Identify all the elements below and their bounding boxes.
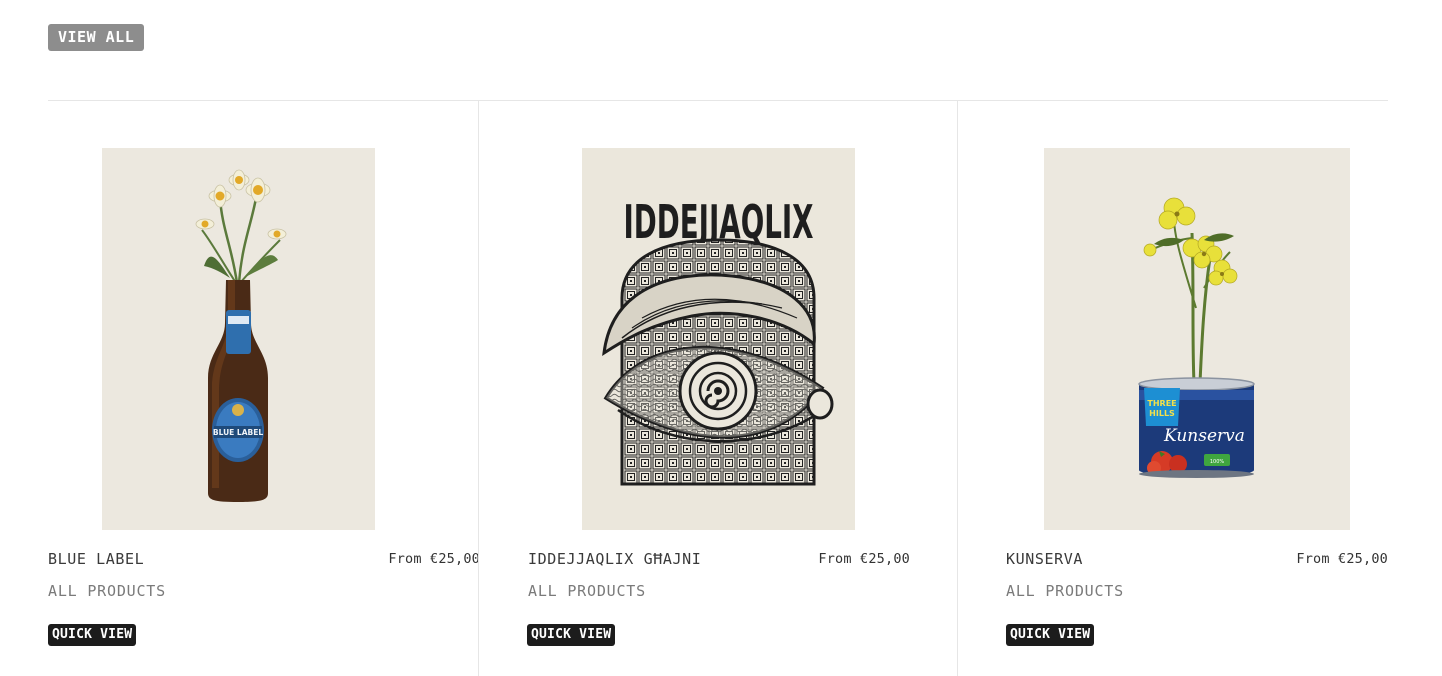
product-price: From €25,00 (1296, 551, 1388, 567)
svg-text:HILLS: HILLS (1149, 409, 1175, 418)
product-title[interactable]: BLUE LABEL (48, 550, 144, 568)
svg-text:100%: 100% (1210, 459, 1225, 465)
quick-view-button[interactable]: QUICK VIEW (48, 624, 137, 646)
product-card: BLUE LABEL BLUE LABEL From €25,00 ALL PR… (48, 101, 480, 676)
product-category-link[interactable]: ALL PRODUCTS (528, 582, 646, 600)
product-image-kunserva[interactable]: THREE HILLS Kunserva 100% (1044, 148, 1350, 530)
view-all-button[interactable]: VIEW ALL (48, 24, 145, 51)
quick-view-button[interactable]: QUICK VIEW (1006, 624, 1095, 646)
product-image-blue-label[interactable]: BLUE LABEL (102, 148, 375, 530)
product-card: IDDEJJAQLIX IDDEJJAQLIX GĦAJNI From €25,… (478, 101, 957, 676)
tomato-can-with-yellow-flowers-icon: THREE HILLS Kunserva 100% (1044, 148, 1350, 530)
product-category-link[interactable]: ALL PRODUCTS (48, 582, 166, 600)
product-title[interactable]: IDDEJJAQLIX GĦAJNI (528, 550, 701, 568)
product-image-iddejjaqlix[interactable]: IDDEJJAQLIX (582, 148, 855, 530)
product-grid: BLUE LABEL BLUE LABEL From €25,00 ALL PR… (48, 101, 1388, 676)
product-card: THREE HILLS Kunserva 100% KUNSERVA From … (957, 101, 1388, 676)
quick-view-button[interactable]: QUICK VIEW (527, 624, 616, 646)
product-price: From €25,00 (388, 551, 480, 567)
engraved-eye-poster-icon: IDDEJJAQLIX (582, 148, 855, 530)
svg-text:BLUE LABEL: BLUE LABEL (213, 428, 263, 437)
can-script: Kunserva (1163, 426, 1245, 446)
product-category-link[interactable]: ALL PRODUCTS (1006, 582, 1124, 600)
beer-bottle-with-daffodils-icon: BLUE LABEL (102, 148, 375, 530)
product-title[interactable]: KUNSERVA (1006, 550, 1083, 568)
can-brand: THREE (1147, 399, 1176, 408)
product-price: From €25,00 (818, 551, 910, 567)
